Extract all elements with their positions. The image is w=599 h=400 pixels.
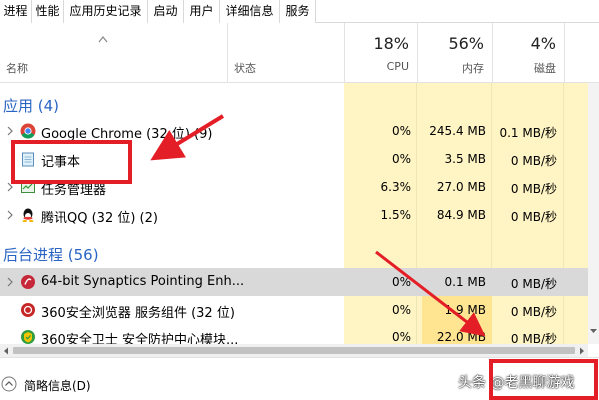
process-cpu: 0% [391, 275, 411, 289]
column-cpu[interactable]: 18% CPU [344, 23, 417, 83]
tab-performance[interactable]: 性能 [32, 0, 64, 23]
highlight-box-end-task [489, 359, 598, 400]
scroll-left-icon[interactable] [3, 347, 10, 355]
scroll-down-icon[interactable] [589, 327, 598, 335]
cpu-total-percent: 18% [373, 34, 409, 53]
360-browser-icon [21, 303, 35, 317]
process-cpu: 0% [391, 152, 411, 166]
chrome-icon [20, 123, 36, 139]
column-name[interactable]: 名称 [0, 23, 227, 83]
process-name: 360安全卫士 安全防护中心模块... [41, 333, 239, 344]
column-memory-label: 内存 [462, 62, 484, 75]
column-cpu-label: CPU [386, 60, 409, 73]
column-network[interactable] [564, 23, 599, 83]
tab-users[interactable]: 用户 [184, 0, 220, 23]
process-disk: 0 MB/秒 [510, 210, 557, 224]
process-cpu: 0% [391, 330, 411, 344]
fewer-details-button[interactable]: 简略信息(D) [24, 377, 91, 394]
process-disk: 0.1 MB/秒 [499, 126, 557, 140]
group-background-title: 后台进程 (56) [3, 246, 99, 264]
process-cpu: 1.5% [380, 208, 412, 222]
horizontal-scrollbar[interactable] [0, 344, 588, 357]
group-apps[interactable]: 应用 (4) [0, 89, 344, 117]
tab-details[interactable]: 详细信息 [220, 0, 280, 23]
process-memory: 84.9 MB [436, 208, 486, 222]
memory-total-percent: 56% [448, 34, 484, 53]
column-header: 名称 状态 18% CPU 56% 内存 4% 磁盘 [0, 23, 599, 83]
column-memory[interactable]: 56% 内存 [417, 23, 492, 83]
highlight-box-notepad [11, 140, 132, 184]
horizontal-scroll-thumb[interactable] [13, 347, 575, 354]
chevron-right-icon[interactable] [6, 276, 14, 288]
disk-total-percent: 4% [530, 34, 556, 53]
process-disk: 0 MB/秒 [510, 182, 557, 196]
process-disk: 0 MB/秒 [510, 305, 557, 319]
chevron-right-icon[interactable] [6, 125, 14, 137]
process-cpu: 0% [391, 303, 411, 317]
process-disk: 0 MB/秒 [510, 277, 557, 291]
process-memory: 1.9 MB [444, 303, 486, 317]
tab-services[interactable]: 服务 [280, 0, 316, 23]
synaptics-icon [21, 275, 35, 289]
collapse-up-icon[interactable] [1, 376, 17, 392]
tab-bar: 进程 性能 应用历史记录 启动 用户 详细信息 服务 [0, 0, 599, 24]
process-memory: 245.4 MB [429, 124, 486, 138]
process-row-360-safe[interactable]: 360安全卫士 安全防护中心模块... 0% 22.0 MB 0 MB/秒 [0, 323, 599, 344]
360-safe-icon [21, 330, 35, 344]
vertical-scrollbar[interactable] [588, 83, 599, 344]
tab-startup[interactable]: 启动 [148, 0, 184, 23]
process-name: 腾讯QQ (32 位) (2) [41, 211, 158, 226]
process-row-qq[interactable]: 腾讯QQ (32 位) (2) 1.5% 84.9 MB 0 MB/秒 [0, 201, 599, 229]
process-disk: 0 MB/秒 [510, 332, 557, 344]
group-apps-title: 应用 (4) [3, 97, 60, 115]
sort-ascending-icon [98, 36, 108, 43]
process-cpu: 0% [391, 124, 411, 138]
tab-processes[interactable]: 进程 [0, 0, 32, 24]
scroll-right-icon[interactable] [578, 347, 585, 355]
tab-app-history[interactable]: 应用历史记录 [64, 0, 148, 23]
process-name: 360安全浏览器 服务组件 (32 位) [41, 306, 235, 321]
process-memory: 27.0 MB [436, 180, 486, 194]
process-row-synaptics[interactable]: 64-bit Synaptics Pointing Enh... 0% 0.1 … [0, 268, 599, 296]
process-disk: 0 MB/秒 [510, 154, 557, 168]
column-name-label: 名称 [6, 62, 28, 75]
column-disk[interactable]: 4% 磁盘 [492, 23, 564, 83]
group-background[interactable]: 后台进程 (56) [0, 238, 344, 266]
column-status-label: 状态 [234, 62, 256, 75]
chevron-right-icon[interactable] [6, 209, 14, 221]
process-memory: 22.0 MB [436, 330, 486, 344]
process-row-360-browser[interactable]: 360安全浏览器 服务组件 (32 位) 0% 1.9 MB 0 MB/秒 [0, 296, 599, 324]
process-memory: 0.1 MB [444, 275, 486, 289]
process-cpu: 6.3% [380, 180, 412, 194]
column-disk-label: 磁盘 [534, 62, 556, 75]
process-memory: 3.5 MB [444, 152, 486, 166]
column-status[interactable]: 状态 [227, 23, 344, 83]
process-name: 64-bit Synaptics Pointing Enh... [41, 274, 245, 289]
qq-icon [22, 208, 34, 222]
